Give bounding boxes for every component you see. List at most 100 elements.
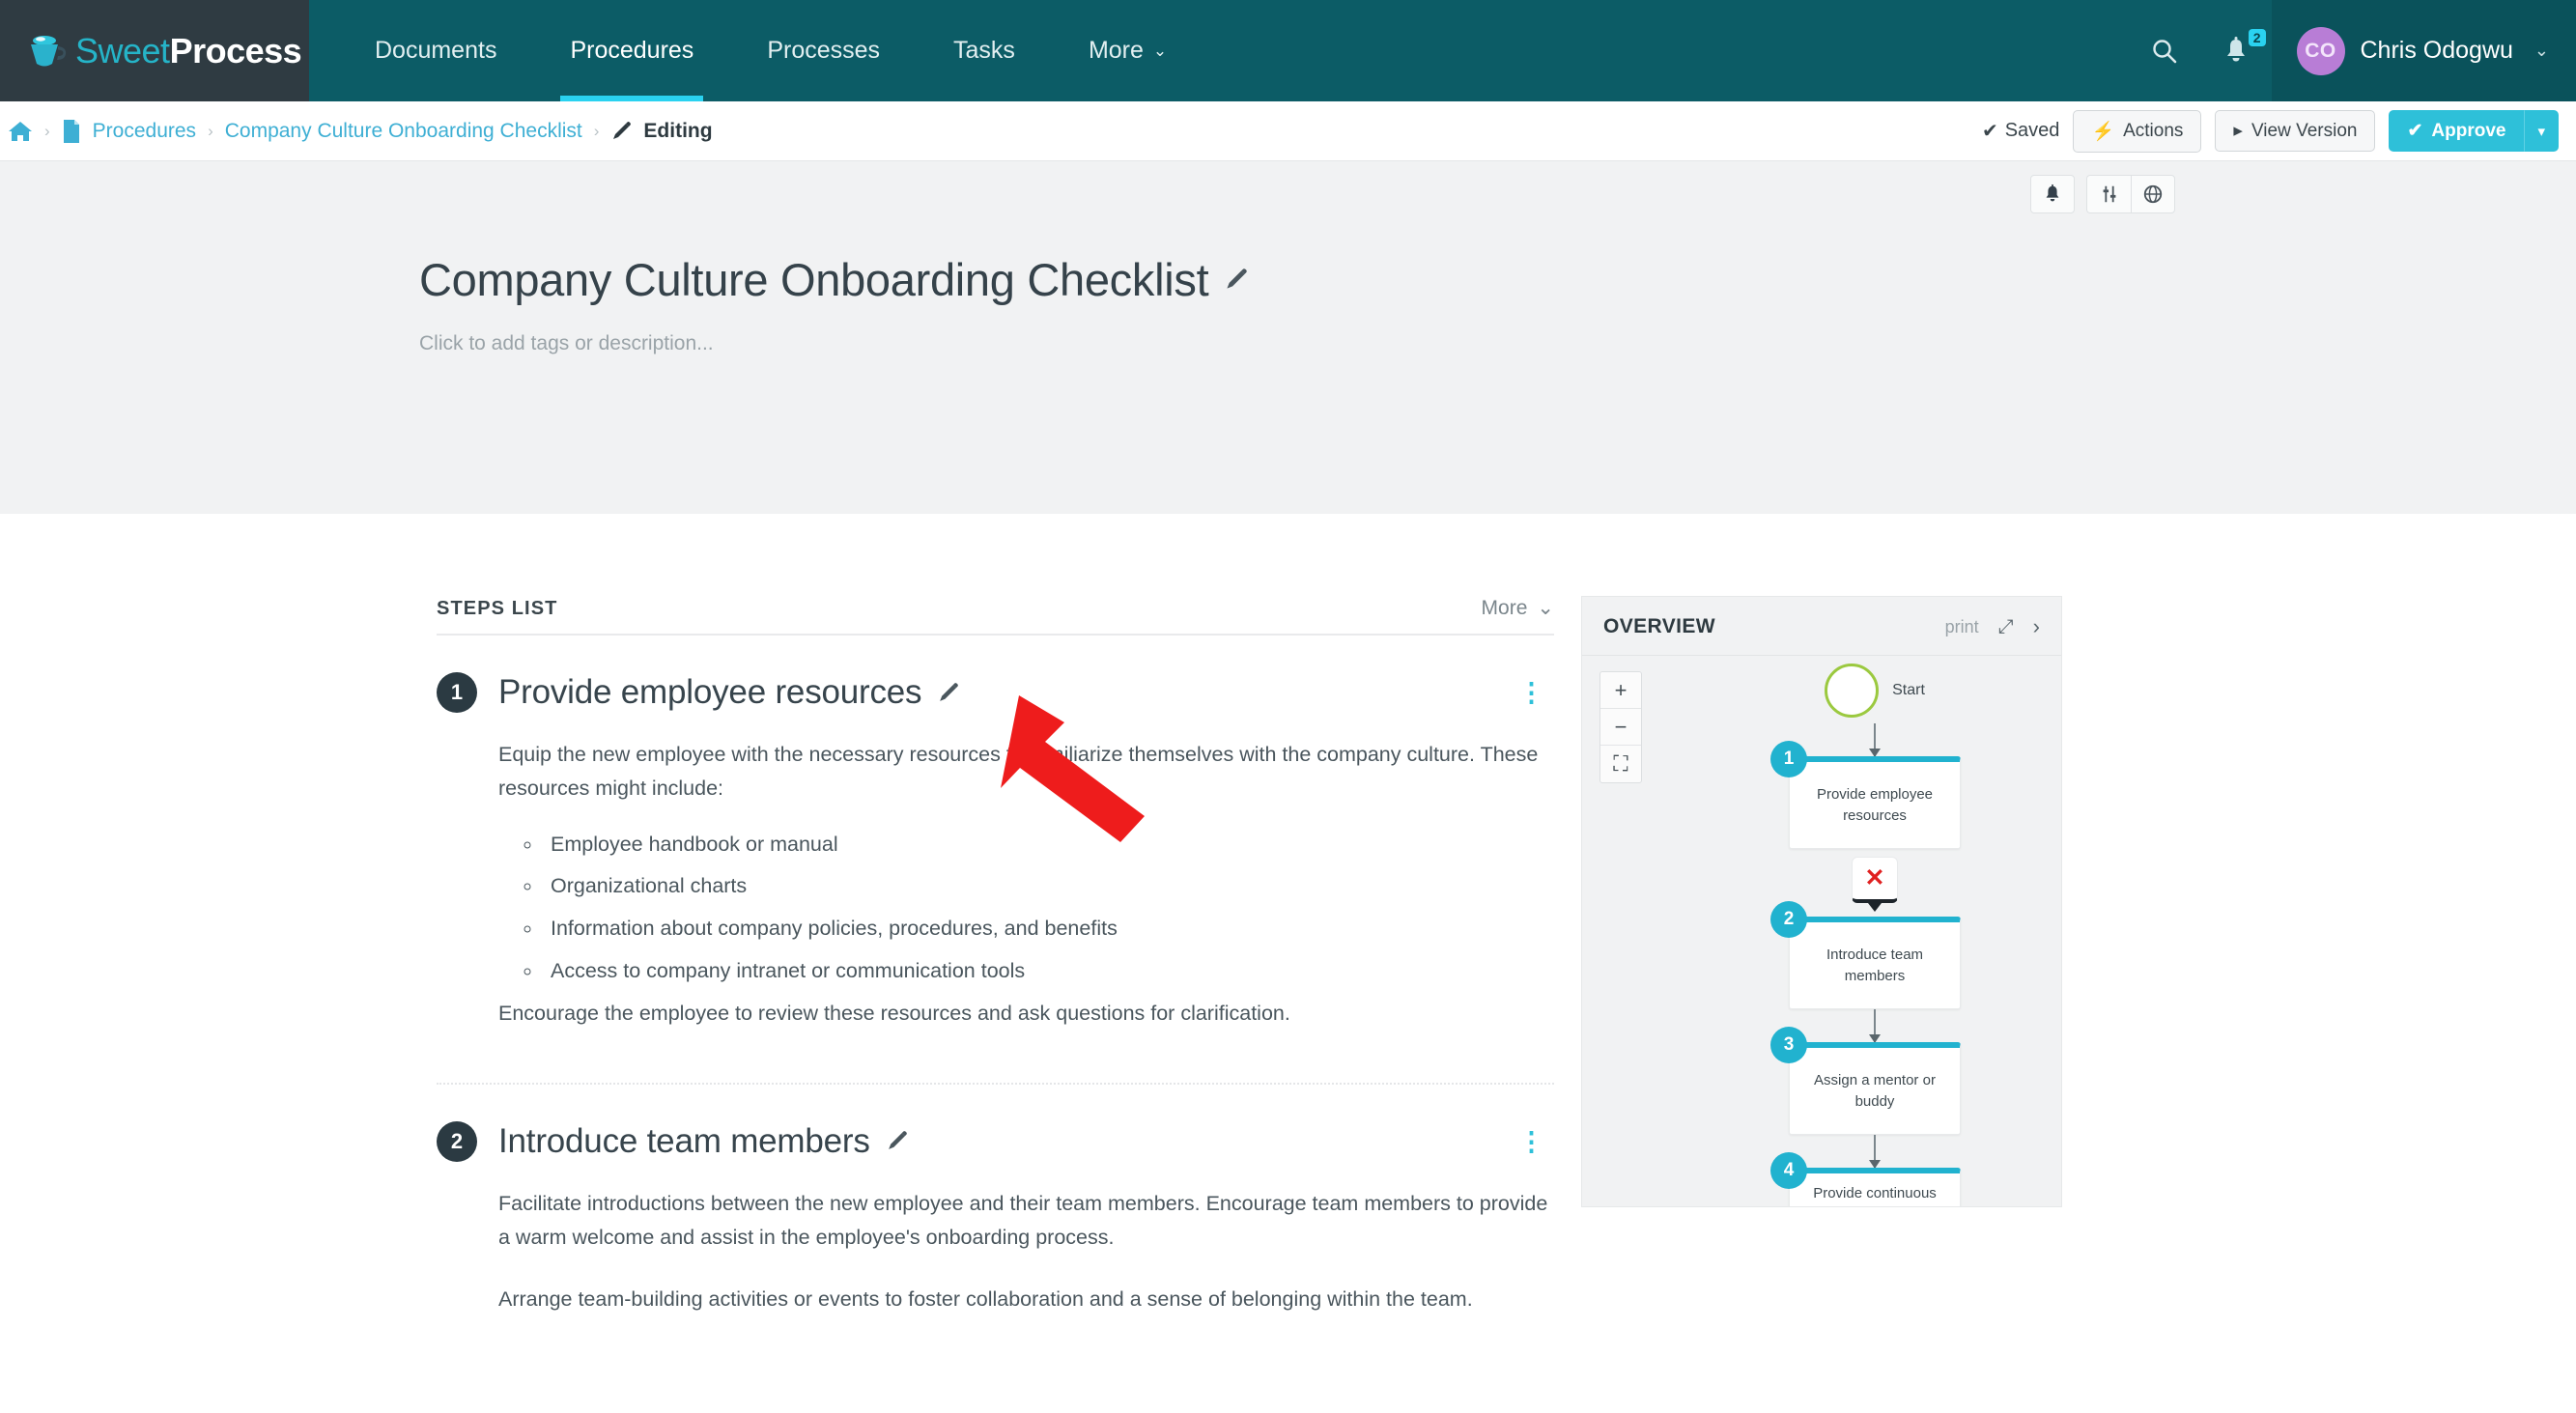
- step-menu-button[interactable]: ⋮: [1518, 679, 1554, 705]
- saved-status: ✔ Saved: [1982, 119, 2059, 143]
- step-item: 1 Provide employee resources ⋮ Equip the…: [437, 636, 1554, 1085]
- pencil-icon[interactable]: [886, 1130, 908, 1152]
- steps-more-button[interactable]: More ⌄: [1482, 596, 1554, 620]
- flow-node[interactable]: 2 Introduce team members: [1770, 901, 1961, 1009]
- breadcrumb-link-procedures[interactable]: Procedures: [93, 120, 196, 143]
- home-icon[interactable]: [8, 120, 33, 143]
- flow-node-number: 3: [1770, 1027, 1807, 1063]
- step-tail-text: Encourage the employee to review these r…: [498, 1001, 1290, 1025]
- nav-item-documents[interactable]: Documents: [338, 0, 533, 101]
- zoom-fit-button[interactable]: ⛶: [1600, 746, 1641, 782]
- actions-label: Actions: [2123, 120, 2184, 141]
- caret-down-icon: ▾: [2537, 123, 2545, 140]
- flow-start-node[interactable]: Start: [1735, 664, 2015, 718]
- top-navbar: SweetProcess Documents Procedures Proces…: [0, 0, 2576, 101]
- settings-button[interactable]: [2086, 175, 2131, 213]
- pencil-icon[interactable]: [1224, 268, 1248, 292]
- step-paragraph: Arrange team-building activities or even…: [498, 1287, 1473, 1312]
- breadcrumb-separator: ›: [593, 121, 600, 140]
- actions-button[interactable]: ⚡ Actions: [2073, 109, 2202, 153]
- avatar: CO: [2296, 26, 2345, 75]
- nav-item-procedures[interactable]: Procedures: [533, 0, 730, 101]
- nav-item-more[interactable]: More ⌄: [1052, 0, 1203, 101]
- saved-label: Saved: [2004, 120, 2060, 141]
- approve-button-group: ✔ Approve ▾: [2389, 110, 2559, 152]
- step-body: Equip the new employee with the necessar…: [437, 713, 1554, 1031]
- nav-label-processes: Processes: [767, 37, 881, 64]
- logo-text: SweetProcess: [75, 30, 302, 71]
- step-title: Provide employee resources: [498, 673, 922, 711]
- logo-sweet: Sweet: [75, 30, 170, 71]
- flow-node-label: Provide continuous training and developm…: [1813, 1185, 1937, 1206]
- start-label: Start: [1892, 682, 1925, 698]
- approve-dropdown-toggle[interactable]: ▾: [2524, 110, 2559, 152]
- flow-decision-gate[interactable]: ✕: [1852, 857, 1898, 912]
- step-bullet-list: Employee handbook or manual Organization…: [543, 828, 1554, 988]
- search-icon: [2152, 39, 2176, 63]
- chevron-down-icon: ⌄: [1152, 41, 1168, 60]
- print-button[interactable]: print: [1945, 617, 1979, 637]
- nav-item-tasks[interactable]: Tasks: [917, 0, 1052, 101]
- step-number: 1: [437, 672, 477, 713]
- breadcrumb-link-document[interactable]: Company Culture Onboarding Checklist: [225, 120, 582, 143]
- notify-subscribers-button[interactable]: [2030, 175, 2075, 213]
- expand-icon[interactable]: ⤢: [1998, 616, 2014, 638]
- flow-connector-arrow: [1869, 723, 1881, 757]
- breadcrumb: › Procedures › Company Culture Onboardin…: [8, 119, 713, 144]
- nav-item-processes[interactable]: Processes: [730, 0, 917, 101]
- chevron-down-icon: ⌄: [1537, 597, 1554, 619]
- overview-actions: print ⤢ ›: [1945, 614, 2040, 639]
- flow-node-box: Assign a mentor or buddy: [1789, 1042, 1961, 1135]
- visibility-button[interactable]: [2131, 175, 2175, 213]
- nav-menu: Documents Procedures Processes Tasks Mor…: [309, 0, 1203, 101]
- flow-node[interactable]: 1 Provide employee resources: [1770, 741, 1961, 849]
- step-header: 2 Introduce team members ⋮: [437, 1120, 1554, 1162]
- steps-list-heading: STEPS LIST: [437, 598, 558, 619]
- collapse-panel-icon[interactable]: ›: [2033, 614, 2040, 639]
- flow-node[interactable]: 4 Provide continuous training and develo…: [1770, 1152, 1961, 1206]
- nav-label-more: More: [1088, 37, 1144, 64]
- step-menu-button[interactable]: ⋮: [1518, 1128, 1554, 1154]
- breadcrumb-bar: › Procedures › Company Culture Onboardin…: [0, 101, 2576, 161]
- flow-node-label: Introduce team members: [1826, 946, 1924, 984]
- step-paragraph: Facilitate introductions between the new…: [498, 1191, 1548, 1249]
- user-name: Chris Odogwu: [2360, 37, 2513, 64]
- overview-panel: OVERVIEW print ⤢ › + − ⛶ Start 1 Provide…: [1581, 596, 2062, 1207]
- zoom-in-button[interactable]: +: [1600, 672, 1641, 709]
- breadcrumb-separator: ›: [208, 121, 213, 140]
- flow-node-box: Provide continuous training and developm…: [1789, 1168, 1961, 1206]
- flow-connector-arrow: [1869, 1009, 1881, 1043]
- view-version-button[interactable]: ▸ View Version: [2215, 110, 2376, 152]
- step-body: Facilitate introductions between the new…: [437, 1162, 1554, 1316]
- tags-description-placeholder[interactable]: Click to add tags or description...: [419, 332, 2576, 355]
- document-header: Company Culture Onboarding Checklist Cli…: [0, 161, 2576, 514]
- check-icon: ✔: [2407, 121, 2423, 141]
- steps-more-label: More: [1481, 596, 1528, 619]
- flow-node[interactable]: 3 Assign a mentor or buddy: [1770, 1027, 1961, 1135]
- globe-icon: [2143, 184, 2163, 204]
- pencil-icon[interactable]: [937, 682, 959, 704]
- flow-node-number: 1: [1770, 741, 1807, 777]
- approve-button[interactable]: ✔ Approve: [2389, 110, 2525, 152]
- user-menu[interactable]: CO Chris Odogwu ⌄: [2271, 0, 2576, 101]
- nav-label-documents: Documents: [375, 37, 497, 64]
- bell-icon: [2046, 184, 2059, 202]
- page-title: Company Culture Onboarding Checklist: [419, 253, 2576, 306]
- close-icon: ✕: [1864, 864, 1885, 891]
- flow-connector-arrow: [1869, 1135, 1881, 1169]
- app-logo[interactable]: SweetProcess: [0, 0, 309, 101]
- step-title: Introduce team members: [498, 1121, 870, 1160]
- page-title-text: Company Culture Onboarding Checklist: [419, 254, 1209, 305]
- flowchart: Start 1 Provide employee resources ✕ 2 I…: [1735, 664, 2015, 1206]
- sliders-icon: [2103, 185, 2115, 203]
- zoom-out-button[interactable]: −: [1600, 709, 1641, 746]
- search-button[interactable]: [2129, 0, 2200, 101]
- list-item: Access to company intranet or communicat…: [543, 954, 1554, 988]
- notifications-button[interactable]: 2: [2200, 0, 2272, 101]
- approve-label: Approve: [2431, 120, 2506, 141]
- overview-canvas[interactable]: + − ⛶ Start 1 Provide employee resources: [1582, 656, 2061, 1206]
- flow-node-box: Provide employee resources: [1789, 756, 1961, 849]
- step-intro-text: Equip the new employee with the necessar…: [498, 743, 1539, 800]
- breadcrumb-current: Editing: [643, 119, 713, 142]
- flow-node-label: Provide employee resources: [1816, 785, 1934, 824]
